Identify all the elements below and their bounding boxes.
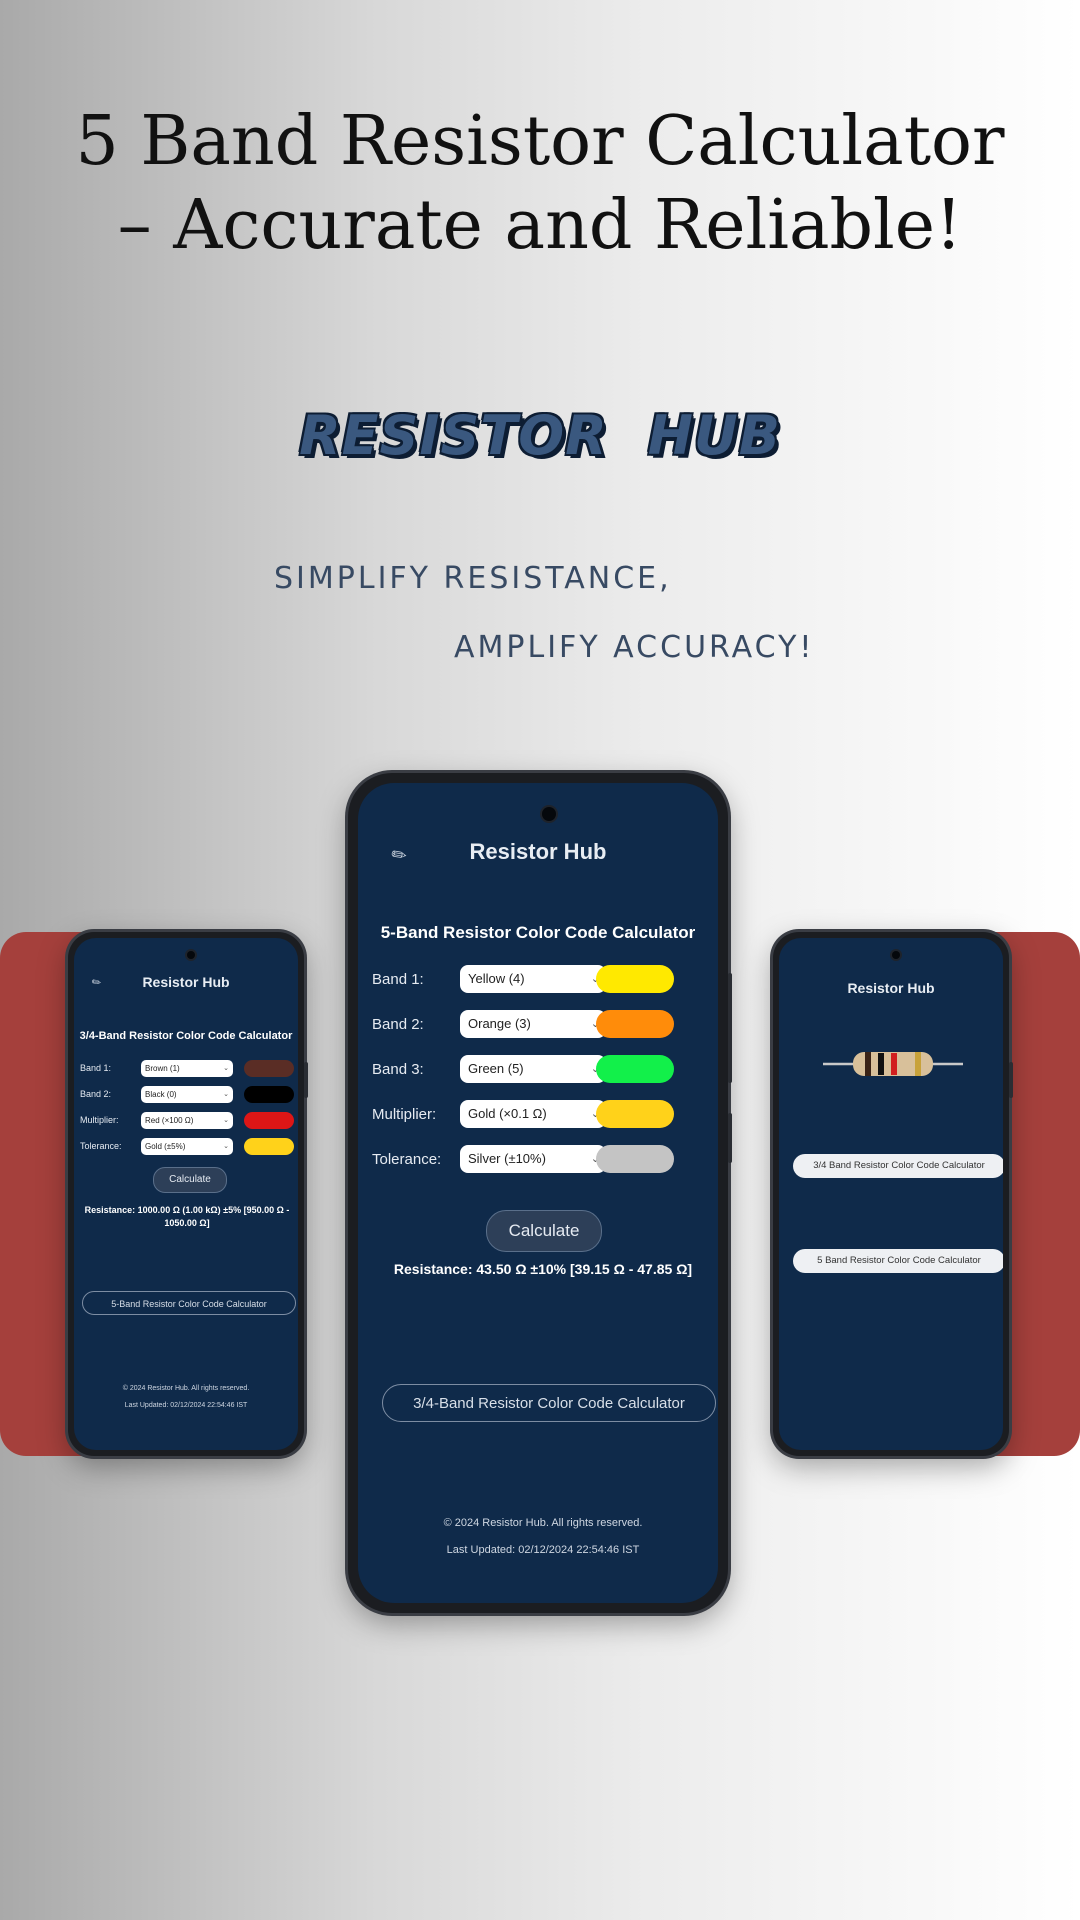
phone-main-screen: ✎ Resistor Hub 5-Band Resistor Color Cod… [358, 783, 718, 1603]
band-2-label: Band 2: [372, 1016, 424, 1033]
band-1-label: Band 1: [372, 971, 424, 988]
band-1-value: Yellow (4) [468, 971, 525, 986]
band-3-label: Band 3: [372, 1061, 424, 1078]
band-2-swatch [244, 1086, 294, 1103]
band-1-swatch [244, 1060, 294, 1077]
five-band-calculator-button[interactable]: 5 Band Resistor Color Code Calculator [793, 1249, 1003, 1273]
band-2-row: Band 2: Orange (3)⌄ [372, 1010, 712, 1040]
app-title: Resistor Hub [847, 980, 935, 996]
multiplier-swatch [596, 1100, 674, 1128]
phone-main: ✎ Resistor Hub 5-Band Resistor Color Cod… [348, 773, 732, 1613]
multiplier-value: Gold (×0.1 Ω) [468, 1106, 547, 1121]
calculate-button[interactable]: Calculate [486, 1210, 602, 1252]
brand-word-1: RESISTOR [299, 404, 608, 467]
tagline-line-1: SIMPLIFY RESISTANCE, [274, 561, 672, 596]
camera-icon [187, 951, 195, 959]
band-3-row: Band 3: Green (5)⌄ [372, 1055, 712, 1085]
brand-word-2: HUB [647, 404, 781, 467]
volume-button [728, 973, 732, 1083]
band-1-value: Brown (1) [145, 1064, 180, 1073]
camera-icon [892, 951, 900, 959]
band-2-select[interactable]: Black (0) ⌄ [141, 1086, 233, 1103]
phone-right: Resistor Hub 3/4 Band Resistor Color Cod… [773, 932, 1013, 1456]
band-2-value: Orange (3) [468, 1016, 531, 1031]
headline: 5 Band Resistor Calculator – Accurate an… [0, 100, 1080, 268]
resistor-band-3 [891, 1053, 897, 1075]
calculate-button[interactable]: Calculate [153, 1167, 227, 1193]
multiplier-value: Red (×100 Ω) [145, 1116, 194, 1125]
power-button [728, 1113, 732, 1163]
band-1-swatch [596, 965, 674, 993]
tolerance-row: Tolerance: Silver (±10%)⌄ [372, 1145, 712, 1175]
band-3-value: Green (5) [468, 1061, 524, 1076]
resistance-result: Resistance: 1000.00 Ω (1.00 kΩ) ±5% [950… [84, 1205, 290, 1228]
calculator-title: 3/4-Band Resistor Color Code Calculator [79, 1030, 293, 1042]
chevron-down-icon: ⌄ [223, 1091, 229, 1098]
volume-button [1009, 1062, 1013, 1098]
resistor-image [823, 1052, 963, 1076]
tolerance-value: Gold (±5%) [145, 1142, 186, 1151]
three-four-band-calculator-button[interactable]: 3/4 Band Resistor Color Code Calculator [793, 1154, 1003, 1178]
multiplier-label: Multiplier: [372, 1106, 437, 1123]
band-2-value: Black (0) [145, 1090, 177, 1099]
tolerance-label: Tolerance: [372, 1151, 442, 1168]
tolerance-swatch [244, 1138, 294, 1155]
band-2-row: Band 2: Black (0) ⌄ [80, 1086, 294, 1104]
multiplier-swatch [244, 1112, 294, 1129]
phone-left: ✎ Resistor Hub 3/4-Band Resistor Color C… [68, 932, 308, 1456]
camera-icon [542, 807, 556, 821]
multiplier-row: Multiplier: Red (×100 Ω) ⌄ [80, 1112, 294, 1130]
band-1-label: Band 1: [80, 1063, 112, 1073]
headline-line-1: 5 Band Resistor Calculator [75, 102, 1005, 181]
resistance-result: Resistance: 43.50 Ω ±10% [39.15 Ω - 47.8… [393, 1261, 693, 1277]
tolerance-label: Tolerance: [80, 1141, 122, 1151]
footer-last-updated: Last Updated: 02/12/2024 22:54:46 IST [124, 1402, 248, 1409]
footer-copyright: © 2024 Resistor Hub. All rights reserved… [443, 1517, 643, 1529]
five-band-calculator-button[interactable]: 5-Band Resistor Color Code Calculator [82, 1291, 296, 1315]
phone-left-screen: ✎ Resistor Hub 3/4-Band Resistor Color C… [74, 938, 298, 1450]
app-title: Resistor Hub [469, 839, 607, 864]
resistor-band-2 [878, 1053, 884, 1075]
multiplier-label: Multiplier: [80, 1115, 119, 1125]
chevron-down-icon: ⌄ [223, 1117, 229, 1124]
tolerance-swatch [596, 1145, 674, 1173]
chevron-down-icon: ⌄ [223, 1065, 229, 1072]
tolerance-select[interactable]: Gold (±5%) ⌄ [141, 1138, 233, 1155]
multiplier-select[interactable]: Gold (×0.1 Ω)⌄ [460, 1100, 606, 1128]
tolerance-select[interactable]: Silver (±10%)⌄ [460, 1145, 606, 1173]
band-1-row: Band 1: Brown (1) ⌄ [80, 1060, 294, 1078]
tagline-line-2: AMPLIFY ACCURACY! [454, 630, 815, 665]
headline-line-2: – Accurate and Reliable! [117, 186, 963, 265]
band-2-swatch [596, 1010, 674, 1038]
band-3-select[interactable]: Green (5)⌄ [460, 1055, 606, 1083]
phone-right-screen: Resistor Hub 3/4 Band Resistor Color Cod… [779, 938, 1003, 1450]
multiplier-select[interactable]: Red (×100 Ω) ⌄ [141, 1112, 233, 1129]
band-2-select[interactable]: Orange (3)⌄ [460, 1010, 606, 1038]
tolerance-value: Silver (±10%) [468, 1151, 546, 1166]
three-four-band-calculator-button[interactable]: 3/4-Band Resistor Color Code Calculator [382, 1384, 716, 1422]
volume-button [304, 1062, 308, 1098]
resistor-band-1 [865, 1052, 871, 1076]
chevron-down-icon: ⌄ [223, 1143, 229, 1150]
app-title: Resistor Hub [142, 974, 230, 990]
tolerance-row: Tolerance: Gold (±5%) ⌄ [80, 1138, 294, 1156]
band-1-row: Band 1: Yellow (4)⌄ [372, 965, 712, 995]
footer-copyright: © 2024 Resistor Hub. All rights reserved… [122, 1385, 250, 1392]
footer-last-updated: Last Updated: 02/12/2024 22:54:46 IST [446, 1544, 640, 1556]
multiplier-row: Multiplier: Gold (×0.1 Ω)⌄ [372, 1100, 712, 1130]
band-2-label: Band 2: [80, 1089, 112, 1099]
resistor-band-4 [915, 1052, 921, 1076]
band-1-select[interactable]: Brown (1) ⌄ [141, 1060, 233, 1077]
brand-logo: RESISTOR HUB [0, 404, 1080, 467]
calculator-title: 5-Band Resistor Color Code Calculator [380, 923, 696, 942]
band-1-select[interactable]: Yellow (4)⌄ [460, 965, 606, 993]
band-3-swatch [596, 1055, 674, 1083]
